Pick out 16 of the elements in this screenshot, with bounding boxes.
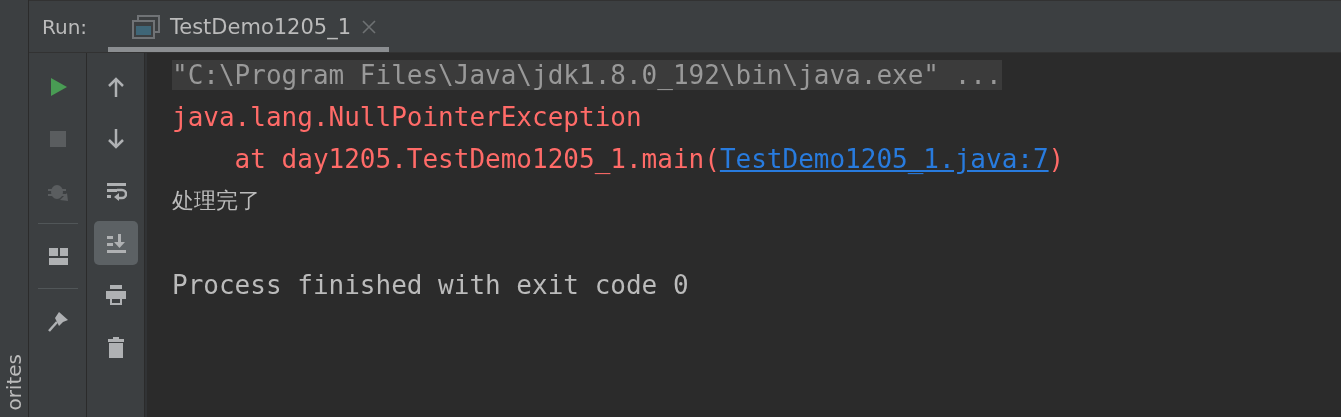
layout-icon — [46, 245, 69, 267]
printer-icon — [104, 284, 127, 306]
soft-wrap-icon — [104, 180, 127, 202]
scroll-to-end-icon — [104, 232, 127, 254]
error-text: ) — [1048, 144, 1065, 174]
side-tab-label[interactable]: orites — [2, 354, 26, 411]
error-text: java.lang.NullPointerException — [172, 102, 642, 132]
source-link[interactable]: TestDemo1205_1.java:7 — [719, 144, 1049, 174]
error-text: at day1205.TestDemo1205_1.main( — [233, 144, 720, 174]
console-icon — [132, 14, 160, 39]
run-label: Run: — [41, 13, 89, 41]
scroll-end-button[interactable] — [93, 221, 138, 265]
pin-icon — [46, 310, 69, 332]
output-text: 处理完了 — [172, 187, 260, 215]
run-tab[interactable]: TestDemo1205_1 — [108, 1, 390, 52]
output-text: Process finished with exit code 0 — [172, 270, 689, 300]
